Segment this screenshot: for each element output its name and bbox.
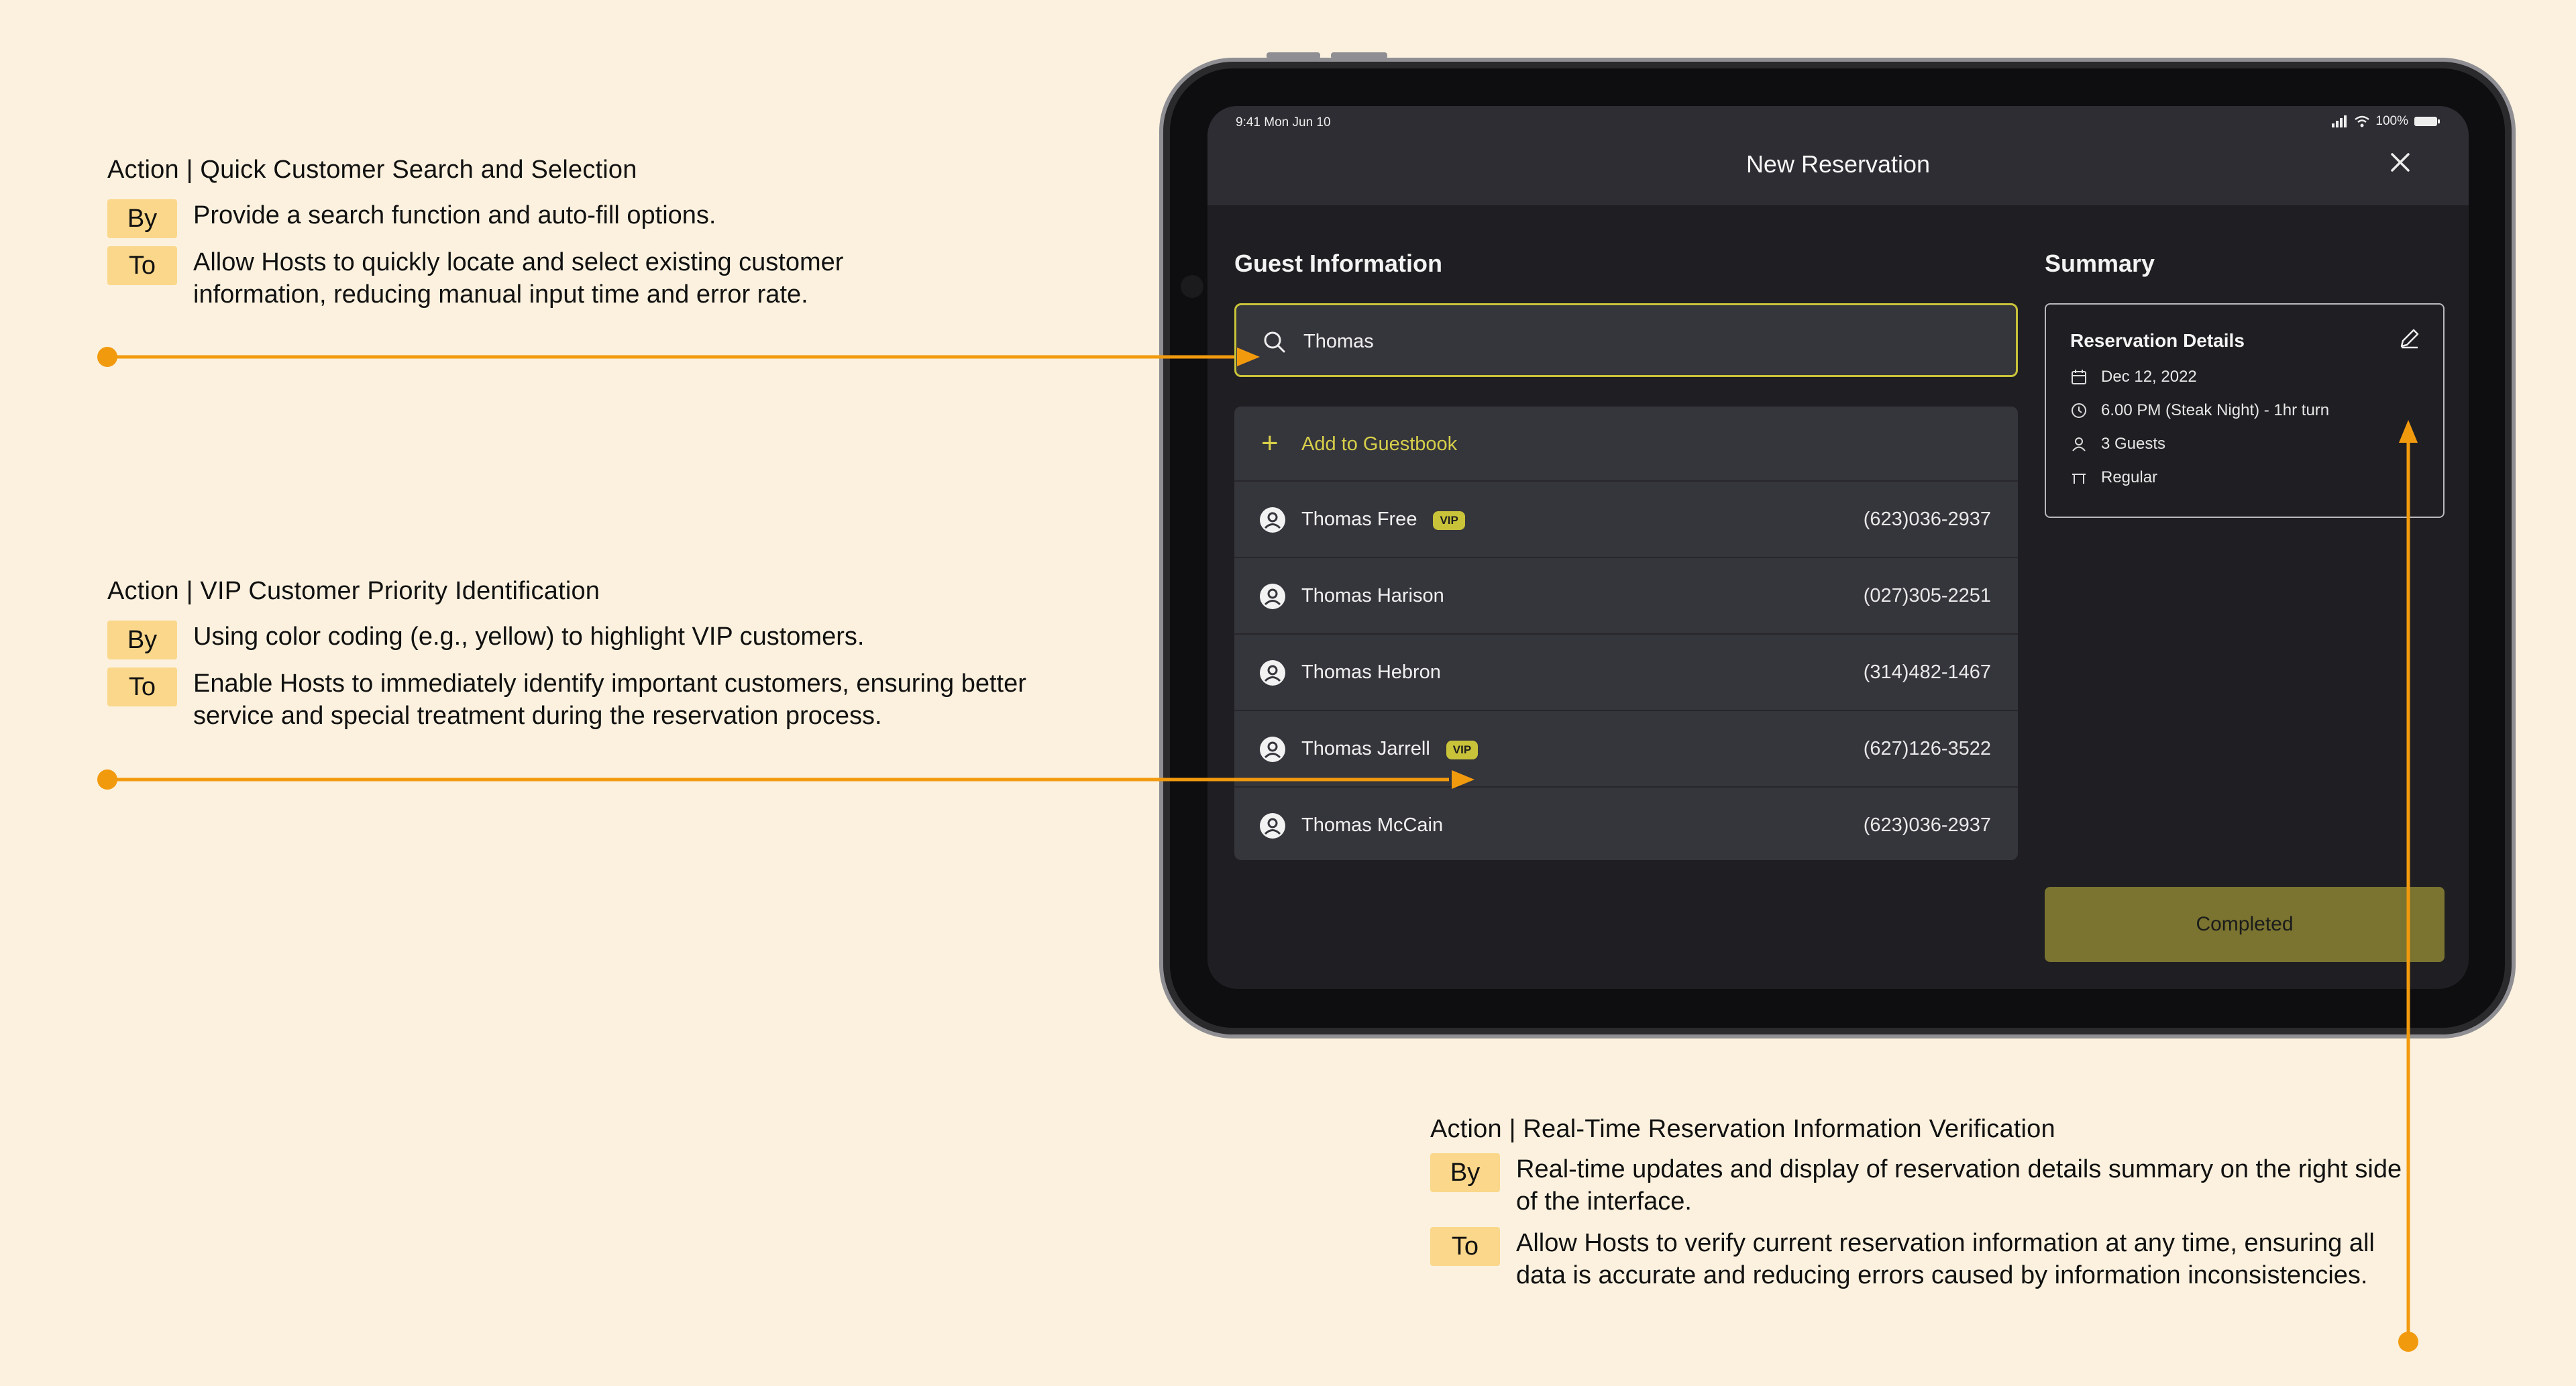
plus-icon: + xyxy=(1261,427,1279,460)
search-icon xyxy=(1264,331,1285,353)
battery-percent: 100% xyxy=(2375,114,2408,128)
battery-icon xyxy=(2414,117,2440,126)
guest-row[interactable]: Thomas Jarrell VIP (627)126-3522 xyxy=(1234,711,2018,788)
summary-title: Summary xyxy=(2045,250,2155,277)
annotation-to-row: To Allow Hosts to quickly locate and sel… xyxy=(107,246,953,311)
by-tag: By xyxy=(107,199,177,238)
status-bar: 9:41 Mon Jun 10 100% xyxy=(1236,111,2440,138)
clock-icon xyxy=(2072,403,2086,418)
by-text: Provide a search function and auto-fill … xyxy=(193,201,716,229)
annotation-by-row: By Using color coding (e.g., yellow) to … xyxy=(107,621,1087,659)
guest-results-list: + Add to Guestbook Thomas Free VIP (623)03… xyxy=(1234,407,2018,860)
annotation-title: Action | Quick Customer Search and Selec… xyxy=(107,156,637,184)
vip-badge: VIP xyxy=(1446,741,1479,759)
app-screen: New Reservation 9:41 Mon Jun 10 100% Gue… xyxy=(1208,106,2469,989)
user-avatar-icon xyxy=(1260,584,1285,609)
page-title: New Reservation xyxy=(1746,150,1931,178)
completed-button[interactable]: Completed xyxy=(2045,887,2445,962)
guest-name-text: Thomas Harison xyxy=(1301,585,1444,606)
person-icon xyxy=(2072,437,2086,451)
signal-icon xyxy=(2332,115,2347,127)
wifi-icon xyxy=(2355,115,2370,127)
to-tag: To xyxy=(107,246,177,285)
summary-table-type: Regular xyxy=(2101,468,2158,486)
to-text: Allow Hosts to quickly locate and select… xyxy=(193,248,844,309)
summary-time-row: 6.00 PM (Steak Night) - 1hr turn xyxy=(2070,401,2329,420)
guest-row[interactable]: Thomas Harison (027)305-2251 xyxy=(1234,558,2018,635)
guest-name-text: Thomas Hebron xyxy=(1301,661,1441,683)
user-avatar-icon xyxy=(1260,737,1285,762)
guest-row[interactable]: Thomas Free VIP (623)036-2937 xyxy=(1234,482,2018,558)
guest-name: Thomas Jarrell VIP xyxy=(1301,738,1479,760)
annotation-by-row: By Real-time updates and display of rese… xyxy=(1430,1153,2410,1218)
status-time: 9:41 Mon Jun 10 xyxy=(1236,115,1331,129)
guest-phone: (623)036-2937 xyxy=(1863,814,1991,836)
summary-date: Dec 12, 2022 xyxy=(2101,368,2197,386)
guest-info-title: Guest Information xyxy=(1234,250,1443,277)
summary-guests: 3 Guests xyxy=(2101,435,2166,453)
to-tag: To xyxy=(107,668,177,706)
annotation-title: Action | VIP Customer Priority Identific… xyxy=(107,577,600,605)
search-input[interactable]: Thomas xyxy=(1234,303,2018,377)
annotation-vip-identification: Action | VIP Customer Priority Identific… xyxy=(107,577,1087,732)
guest-phone: (027)305-2251 xyxy=(1863,585,1991,606)
reservation-details-title: Reservation Details xyxy=(2070,330,2245,351)
annotation-title: Action | Real-Time Reservation Informati… xyxy=(1430,1115,2055,1143)
by-tag: By xyxy=(1430,1153,1500,1192)
table-icon xyxy=(2072,474,2086,484)
user-avatar-icon xyxy=(1260,507,1285,533)
summary-table-row: Regular xyxy=(2070,468,2157,487)
callout-dot-1 xyxy=(97,347,117,367)
summary-time: 6.00 PM (Steak Night) - 1hr turn xyxy=(2101,401,2330,419)
guest-name-text: Thomas McCain xyxy=(1301,814,1444,836)
by-text: Real-time updates and display of reserva… xyxy=(1516,1155,2402,1216)
summary-guests-row: 3 Guests xyxy=(2070,435,2165,454)
guest-phone: (623)036-2937 xyxy=(1863,509,1991,530)
annotation-by-row: By Provide a search function and auto-fi… xyxy=(107,199,953,238)
vip-badge: VIP xyxy=(1433,511,1465,530)
add-to-guestbook-button[interactable]: + Add to Guestbook xyxy=(1234,407,2018,482)
guest-phone: (314)482-1467 xyxy=(1863,661,1991,683)
guest-row[interactable]: Thomas Hebron (314)482-1467 xyxy=(1234,635,2018,711)
to-text: Allow Hosts to verify current reservatio… xyxy=(1516,1229,2375,1289)
to-tag: To xyxy=(1430,1227,1500,1266)
callout-dot-2 xyxy=(97,769,117,790)
add-to-guestbook-label: Add to Guestbook xyxy=(1301,433,1458,455)
guest-name-text: Thomas Jarrell xyxy=(1301,738,1430,759)
guest-name: Thomas Hebron xyxy=(1301,661,1441,684)
search-value: Thomas xyxy=(1303,331,1374,352)
annotation-realtime-verification: Action | Real-Time Reservation Informati… xyxy=(1430,1115,2410,1291)
edit-icon[interactable] xyxy=(2396,325,2423,352)
guest-row[interactable]: Thomas McCain (623)036-2937 xyxy=(1234,788,2018,860)
summary-date-row: Dec 12, 2022 xyxy=(2070,368,2197,386)
camera xyxy=(1181,275,1203,298)
by-tag: By xyxy=(107,621,177,659)
reservation-summary-card: Reservation Details Dec 12, 2022 6.00 PM… xyxy=(2045,303,2445,518)
guest-name: Thomas Harison xyxy=(1301,585,1444,607)
annotation-to-row: To Allow Hosts to verify current reserva… xyxy=(1430,1227,2410,1291)
close-icon[interactable] xyxy=(2385,148,2415,177)
calendar-icon xyxy=(2072,370,2086,384)
by-text: Using color coding (e.g., yellow) to hig… xyxy=(193,623,865,651)
user-avatar-icon xyxy=(1260,660,1285,686)
annotation-to-row: To Enable Hosts to immediately identify … xyxy=(107,668,1087,732)
guest-phone: (627)126-3522 xyxy=(1863,738,1991,759)
annotation-quick-search: Action | Quick Customer Search and Selec… xyxy=(107,156,953,311)
guest-name: Thomas Free VIP xyxy=(1301,509,1465,531)
guest-name-text: Thomas Free xyxy=(1301,509,1417,530)
guest-name: Thomas McCain xyxy=(1301,814,1443,837)
callout-dot-3 xyxy=(2398,1332,2418,1352)
to-text: Enable Hosts to immediately identify imp… xyxy=(193,670,1026,730)
user-avatar-icon xyxy=(1260,813,1285,839)
